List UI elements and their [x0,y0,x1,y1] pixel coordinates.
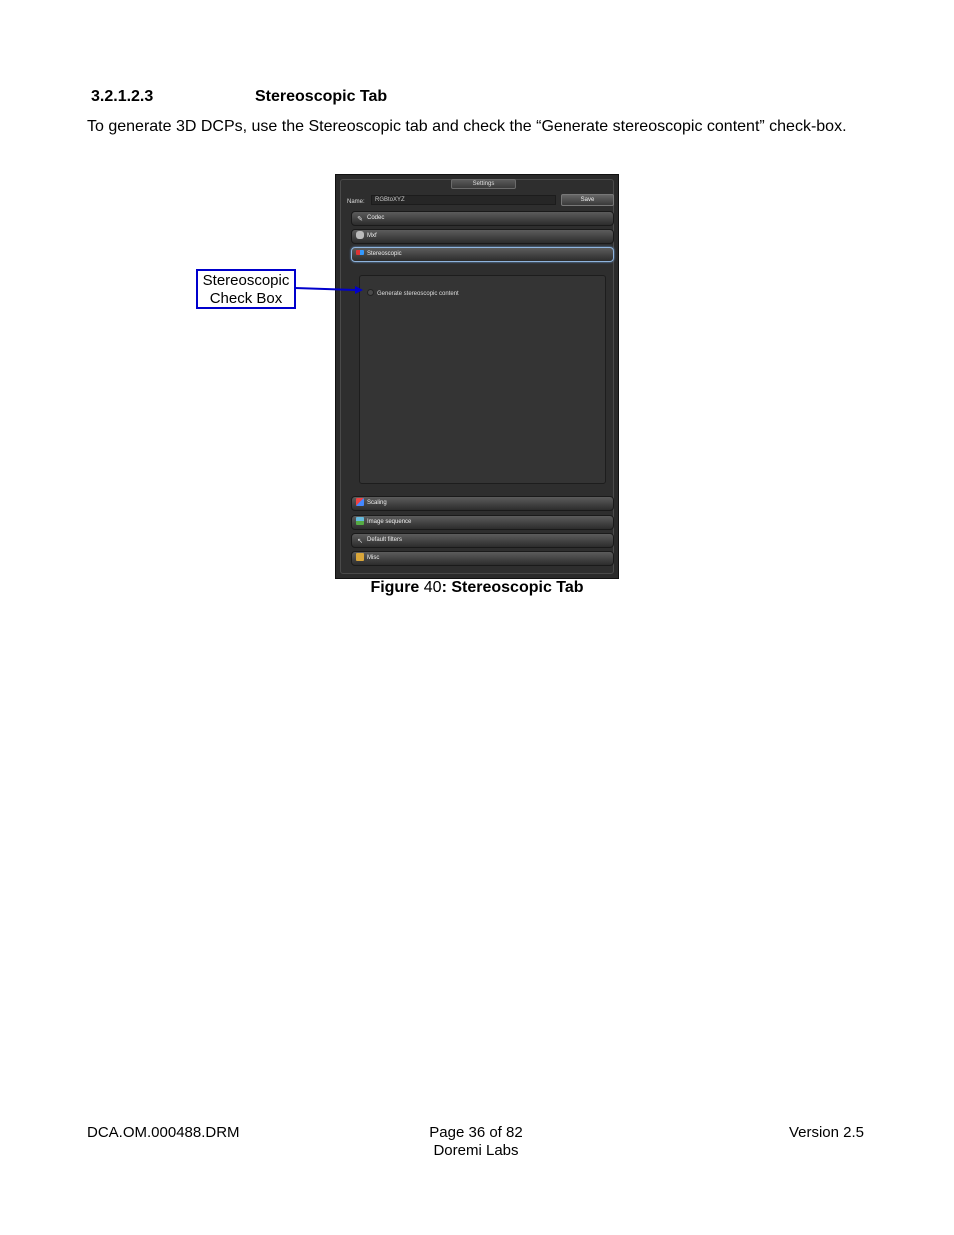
name-label: Name: [347,199,365,205]
caption-prefix: Figure [370,579,420,596]
tab-label: Misc [367,555,380,561]
tab-stereoscopic[interactable]: Stereoscopic [351,247,614,262]
stereoscopic-checkbox-label: Generate stereoscopic content [377,291,459,297]
database-icon [356,231,364,239]
settings-panel-title: Settings [451,179,516,189]
wrench-icon: ✎ [357,216,363,223]
name-input[interactable]: RGBtoXYZ [371,195,556,205]
caption-number: 40 [423,579,442,596]
brush-icon: ↖ [357,538,363,545]
stereoscopic-content-area: Generate stereoscopic content [359,275,606,484]
intro-paragraph: To generate 3D DCPs, use the Stereoscopi… [87,118,847,135]
caption-title: Stereoscopic Tab [451,579,584,596]
footer-company: Doremi Labs [433,1142,519,1159]
image-icon [356,517,364,525]
footer-page: Page 36 of 82 [429,1124,523,1141]
tab-label: Image sequence [367,519,412,525]
tab-codec[interactable]: ✎ Codec [351,211,614,226]
tab-label: Scaling [367,500,387,506]
stereoscopic-checkbox-row[interactable]: Generate stereoscopic content [367,289,459,298]
footer-doc-id: DCA.OM.000488.DRM [87,1124,240,1141]
save-button[interactable]: Save [561,194,614,206]
tab-scaling[interactable]: Scaling [351,496,614,511]
glasses-icon [356,250,364,255]
callout-box: Stereoscopic Check Box [196,269,296,309]
tab-label: Default filters [367,537,403,543]
stereoscopic-checkbox[interactable] [367,289,374,296]
tab-default-filters[interactable]: ↖ Default filters [351,533,614,548]
tab-misc[interactable]: Misc [351,551,614,566]
caption-separator: : [441,579,447,596]
tab-label: Mxf [367,233,377,239]
callout-line-2: Check Box [209,290,283,307]
callout-arrow [295,286,363,294]
footer-center: Page 36 of 82 Doremi Labs [376,1124,576,1160]
settings-panel-frame: Settings Name: RGBtoXYZ Save ✎ Codec Mxf … [340,179,614,574]
settings-panel-screenshot: Settings Name: RGBtoXYZ Save ✎ Codec Mxf … [335,174,619,579]
tab-image-sequence[interactable]: Image sequence [351,515,614,530]
section-title: Stereoscopic Tab [255,88,388,105]
footer-version: Version 2.5 [788,1124,864,1141]
figure-caption: Figure 40: Stereoscopic Tab [0,579,954,597]
tab-mxf[interactable]: Mxf [351,229,614,244]
tab-label: Codec [367,215,385,221]
callout-line-1: Stereoscopic [202,272,290,289]
folder-icon [356,553,364,561]
scale-icon [356,498,364,506]
section-number: 3.2.1.2.3 [91,88,154,105]
tab-label: Stereoscopic [367,251,402,257]
